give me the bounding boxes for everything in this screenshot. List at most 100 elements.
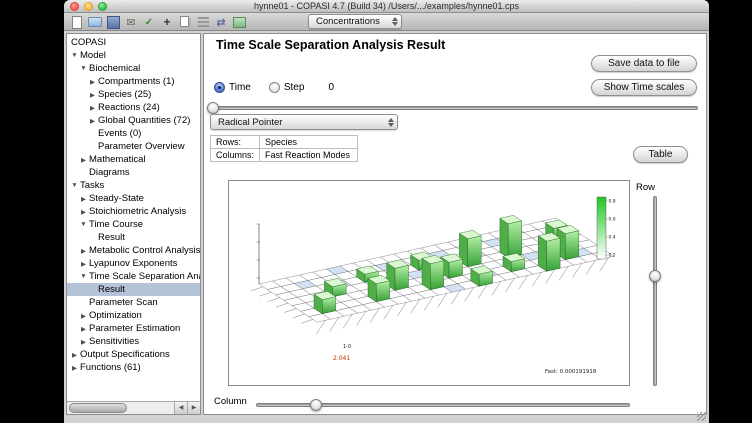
open-folder-icon[interactable] — [88, 15, 102, 29]
table-button[interactable]: Table — [633, 146, 688, 163]
sidebar-item-optimization[interactable]: ▶Optimization — [67, 309, 200, 322]
concentrations-dropdown[interactable]: Concentrations — [308, 14, 402, 29]
copy-icon[interactable] — [178, 15, 192, 29]
show-time-scales-button[interactable]: Show Time scales — [591, 79, 697, 96]
sidebar-item-events-0[interactable]: Events (0) — [67, 127, 200, 140]
sliders-icon[interactable] — [196, 15, 210, 29]
close-button[interactable] — [70, 2, 79, 11]
legend-tick-label: 0.4 — [609, 235, 616, 241]
sidebar-item-output-specifications[interactable]: ▶Output Specifications — [67, 348, 200, 361]
resize-grip[interactable] — [697, 412, 706, 421]
chevron-right-icon[interactable]: ▶ — [70, 364, 79, 372]
time-radio[interactable] — [214, 82, 225, 93]
toolbar-icons: ✉ ✓ + ⇄ — [70, 15, 246, 29]
sidebar-item-label: Optimization — [88, 310, 142, 321]
sidebar-item-time-scale-separation-analysis[interactable]: ▼Time Scale Separation Analysis — [67, 270, 200, 283]
plot-color-legend — [597, 197, 606, 259]
pointer-dropdown[interactable]: Radical Pointer — [210, 114, 398, 130]
chevron-down-icon[interactable]: ▼ — [70, 182, 79, 189]
step-radio[interactable] — [269, 82, 280, 93]
chevron-right-icon[interactable]: ▶ — [79, 156, 88, 164]
sidebar-item-mathematical[interactable]: ▶Mathematical — [67, 153, 200, 166]
chevron-down-icon[interactable]: ▼ — [70, 52, 79, 59]
chevron-right-icon[interactable]: ▶ — [70, 351, 79, 359]
sidebar-item-species-25[interactable]: ▶Species (25) — [67, 88, 200, 101]
main-panel: Time Scale Separation Analysis Result Sa… — [203, 33, 707, 415]
page-title: Time Scale Separation Analysis Result — [216, 38, 445, 52]
chevron-down-icon[interactable]: ▼ — [79, 273, 88, 280]
sidebar-item-tasks[interactable]: ▼Tasks — [67, 179, 200, 192]
column-slider-knob[interactable] — [310, 399, 322, 411]
sidebar-item-global-quantities-72[interactable]: ▶Global Quantities (72) — [67, 114, 200, 127]
titlebar[interactable]: hynne01 - COPASI 4.7 (Build 34) /Users/.… — [64, 0, 709, 13]
pointer-dropdown-value: Radical Pointer — [211, 117, 384, 128]
chevron-right-icon[interactable]: ▶ — [88, 91, 97, 99]
sidebar-item-label: Compartments (1) — [97, 76, 175, 87]
sidebar-item-result[interactable]: Result — [67, 283, 200, 296]
sidebar-item-functions-61[interactable]: ▶Functions (61) — [67, 361, 200, 374]
tree-horizontal-scrollbar[interactable]: ◀ ▶ — [67, 401, 200, 414]
column-slider-label: Column — [214, 396, 247, 407]
chevron-right-icon[interactable]: ▶ — [88, 78, 97, 86]
chevron-right-icon[interactable]: ▶ — [79, 247, 88, 255]
sidebar-item-parameter-overview[interactable]: Parameter Overview — [67, 140, 200, 153]
sidebar-item-diagrams[interactable]: Diagrams — [67, 166, 200, 179]
sidebar-item-stoichiometric-analysis[interactable]: ▶Stoichiometric Analysis — [67, 205, 200, 218]
chevron-right-icon[interactable]: ▶ — [79, 195, 88, 203]
sidebar-item-label: Lyapunov Exponents — [88, 258, 177, 269]
time-radio-label: Time — [229, 82, 251, 93]
sidebar-item-label: Biochemical — [88, 63, 140, 74]
dropdown-arrows-icon — [384, 118, 397, 127]
chevron-right-icon[interactable]: ▶ — [79, 325, 88, 333]
save-icon[interactable] — [106, 15, 120, 29]
zoom-button[interactable] — [98, 2, 107, 11]
chevron-right-icon[interactable]: ▶ — [79, 312, 88, 320]
sidebar-item-sensitivities[interactable]: ▶Sensitivities — [67, 335, 200, 348]
row-slider-track[interactable] — [653, 196, 657, 386]
check-icon[interactable]: ✓ — [142, 15, 156, 29]
chevron-right-icon[interactable]: ▶ — [88, 104, 97, 112]
sidebar-item-label: Time Scale Separation Analysis — [88, 271, 200, 282]
chevron-right-icon[interactable]: ▶ — [79, 208, 88, 216]
sidebar-item-compartments-1[interactable]: ▶Compartments (1) — [67, 75, 200, 88]
scroll-right-arrow[interactable]: ▶ — [187, 402, 200, 414]
scrollbar-thumb[interactable] — [69, 403, 127, 413]
step-value: 0 — [328, 82, 334, 93]
plot-annotation: 1-0 — [343, 344, 351, 350]
time-slider-track[interactable] — [210, 106, 698, 110]
minimize-button[interactable] — [84, 2, 93, 11]
sidebar-item-lyapunov-exponents[interactable]: ▶Lyapunov Exponents — [67, 257, 200, 270]
chevron-right-icon[interactable]: ▶ — [88, 117, 97, 125]
snapshot-icon[interactable] — [232, 15, 246, 29]
scroll-left-arrow[interactable]: ◀ — [174, 402, 187, 414]
sidebar-item-label: Species (25) — [97, 89, 151, 100]
chevron-down-icon[interactable]: ▼ — [79, 221, 88, 228]
export-mail-icon[interactable]: ✉ — [124, 15, 138, 29]
sidebar-item-parameter-scan[interactable]: Parameter Scan — [67, 296, 200, 309]
new-file-icon[interactable] — [70, 15, 84, 29]
add-icon[interactable]: + — [160, 15, 174, 29]
rows-value: Species — [260, 136, 358, 149]
sidebar-item-result[interactable]: Result — [67, 231, 200, 244]
chevron-down-icon[interactable]: ▼ — [79, 65, 88, 72]
sidebar-item-label: Time Course — [88, 219, 143, 230]
sidebar-item-label: Metabolic Control Analysis — [88, 245, 200, 256]
sidebar-item-copasi[interactable]: COPASI — [67, 36, 200, 49]
swap-arrows-icon[interactable]: ⇄ — [214, 15, 228, 29]
chevron-right-icon[interactable]: ▶ — [79, 260, 88, 268]
sidebar-item-metabolic-control-analysis[interactable]: ▶Metabolic Control Analysis — [67, 244, 200, 257]
row-slider-label: Row — [636, 182, 655, 193]
sidebar-item-time-course[interactable]: ▼Time Course — [67, 218, 200, 231]
3d-bar-plot: 0.80.60.40.21-02.041Fast: 0.000191918 — [229, 181, 631, 387]
time-slider-knob[interactable] — [207, 102, 219, 114]
sidebar-item-biochemical[interactable]: ▼Biochemical — [67, 62, 200, 75]
sidebar-item-reactions-24[interactable]: ▶Reactions (24) — [67, 101, 200, 114]
chevron-right-icon[interactable]: ▶ — [79, 338, 88, 346]
3d-plot-frame: 0.80.60.40.21-02.041Fast: 0.000191918 — [228, 180, 630, 386]
sidebar-item-model[interactable]: ▼Model — [67, 49, 200, 62]
save-data-button[interactable]: Save data to file — [591, 55, 697, 72]
sidebar-item-parameter-estimation[interactable]: ▶Parameter Estimation — [67, 322, 200, 335]
sidebar-item-label: Steady-State — [88, 193, 144, 204]
row-slider-knob[interactable] — [649, 270, 661, 282]
sidebar-item-steady-state[interactable]: ▶Steady-State — [67, 192, 200, 205]
